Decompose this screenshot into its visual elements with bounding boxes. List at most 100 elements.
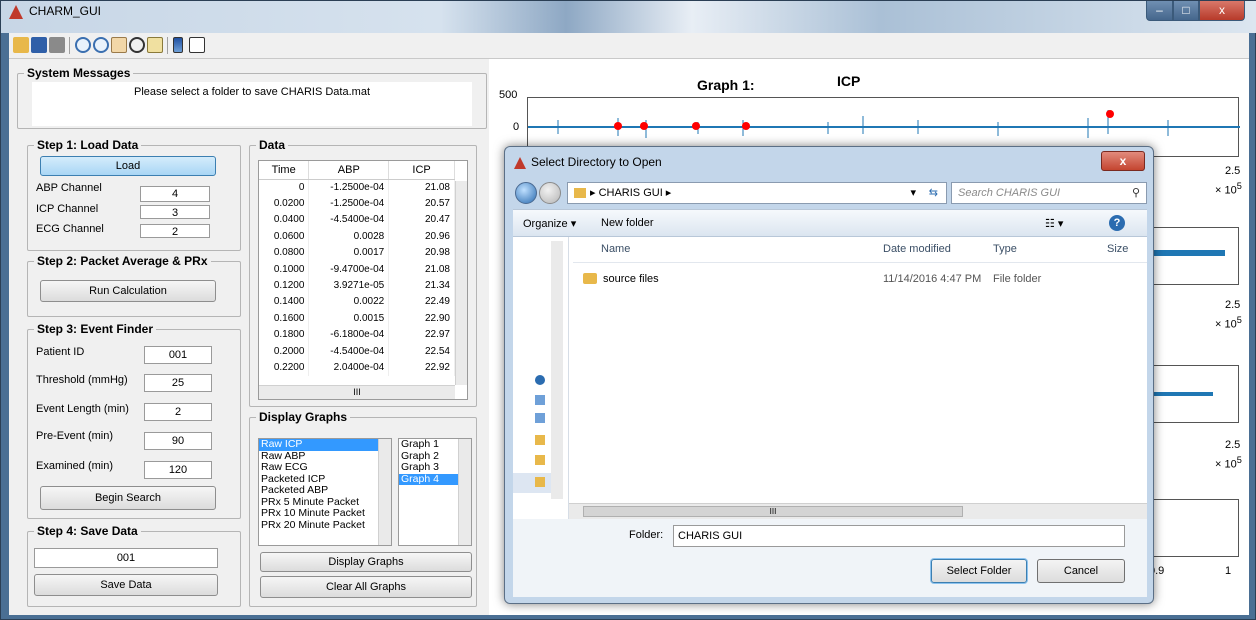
table-cell-abp[interactable]: -4.5400e-04 [308, 342, 390, 360]
table-cell-icp[interactable]: 22.97 [388, 326, 455, 343]
table-row[interactable]: 0.2000 -4.5400e-04 22.54 [259, 342, 455, 360]
icp-channel-input[interactable]: 3 [140, 205, 210, 219]
file-row[interactable]: source files 11/14/2016 4:47 PM File fol… [573, 269, 1147, 291]
view-options-icon[interactable]: ☷ ▾ [1045, 217, 1063, 230]
table-cell-abp[interactable]: -6.1800e-04 [308, 326, 390, 343]
table-cell-icp[interactable]: 20.47 [388, 211, 455, 229]
table-cell-abp[interactable]: 0.0028 [308, 228, 390, 245]
table-row[interactable]: 0.1600 0.0015 22.90 [259, 310, 455, 327]
table-row[interactable]: 0.0800 0.0017 20.98 [259, 244, 455, 261]
signal-list-scrollbar[interactable] [378, 439, 391, 545]
navigation-pane[interactable] [513, 237, 569, 519]
scrollbar-thumb[interactable]: III [583, 506, 963, 517]
minimize-button[interactable]: – [1146, 1, 1173, 21]
table-cell-icp[interactable]: 22.92 [388, 359, 455, 376]
pre-event-input[interactable]: 90 [144, 432, 212, 450]
table-cell-time[interactable]: 0.0800 [259, 244, 310, 261]
table-row[interactable]: 0.0400 -4.5400e-04 20.47 [259, 211, 455, 229]
computer-icon[interactable] [535, 395, 545, 405]
forward-arrow-icon[interactable] [539, 182, 561, 204]
examined-input[interactable]: 120 [144, 461, 212, 479]
folder-input[interactable]: CHARIS GUI [673, 525, 1125, 547]
table-cell-abp[interactable]: -1.2500e-04 [308, 195, 390, 212]
pan-icon[interactable] [111, 37, 127, 53]
table-cell-abp[interactable]: 0.0015 [308, 310, 390, 327]
load-button[interactable]: Load [40, 156, 216, 176]
signal-listbox[interactable]: Raw ICP Raw ABP Raw ECG Packeted ICP Packete… [258, 438, 392, 546]
back-arrow-icon[interactable] [515, 182, 537, 204]
column-date-modified[interactable]: Date modified [883, 243, 951, 255]
table-cell-abp[interactable]: 2.0400e-04 [308, 359, 390, 376]
table-cell-time[interactable]: 0.1000 [259, 260, 310, 278]
table-cell-time[interactable]: 0.0600 [259, 228, 310, 245]
table-cell-time[interactable]: 0.0200 [259, 195, 310, 212]
abp-channel-input[interactable]: 4 [140, 186, 210, 202]
table-row[interactable]: 0.2200 2.0400e-04 22.92 [259, 359, 455, 376]
selected-nav-item[interactable] [513, 473, 551, 493]
open-folder-icon[interactable] [13, 37, 29, 53]
table-row[interactable]: 0.1200 3.9271e-05 21.34 [259, 277, 455, 294]
column-name[interactable]: Name [601, 243, 630, 255]
table-cell-abp[interactable]: -9.4700e-04 [308, 260, 390, 278]
help-icon[interactable]: ? [1109, 215, 1125, 231]
begin-search-button[interactable]: Begin Search [40, 486, 216, 510]
address-path[interactable]: ▸ CHARIS GUI ▸ ▾ ⇆ [567, 182, 947, 204]
threshold-input[interactable]: 25 [144, 374, 212, 392]
refresh-icon[interactable]: ⇆ [929, 183, 938, 203]
table-row[interactable]: 0.1400 0.0022 22.49 [259, 293, 455, 311]
legend-icon[interactable] [189, 37, 205, 53]
table-cell-time[interactable]: 0.0400 [259, 211, 310, 229]
graph-list-scrollbar[interactable] [458, 439, 471, 545]
display-graphs-button[interactable]: Display Graphs [260, 552, 472, 572]
table-header-time[interactable]: Time [259, 161, 310, 180]
table-cell-time[interactable]: 0.2200 [259, 359, 310, 376]
signal-list-item[interactable]: PRx 20 Minute Packet [259, 519, 391, 532]
folder-icon[interactable] [535, 435, 545, 445]
cancel-button[interactable]: Cancel [1037, 559, 1125, 583]
event-length-input[interactable]: 2 [144, 403, 212, 421]
save-icon[interactable] [31, 37, 47, 53]
dialog-close-button[interactable]: x [1101, 151, 1145, 171]
table-cell-icp[interactable]: 21.34 [388, 277, 455, 294]
maximize-button[interactable]: □ [1173, 1, 1199, 21]
folder-icon[interactable] [535, 477, 545, 487]
table-row[interactable]: 0.1800 -6.1800e-04 22.97 [259, 326, 455, 343]
table-cell-time[interactable]: 0.2000 [259, 342, 310, 360]
select-folder-button[interactable]: Select Folder [931, 559, 1027, 583]
table-header-abp[interactable]: ABP [308, 161, 390, 180]
file-list-scrollbar[interactable]: III [569, 503, 1147, 519]
colorbar-icon[interactable] [173, 37, 183, 53]
table-cell-icp[interactable]: 21.08 [388, 179, 455, 196]
table-cell-time[interactable]: 0.1600 [259, 310, 310, 327]
table-cell-time[interactable]: 0 [259, 179, 310, 196]
table-row[interactable]: 0.1000 -9.4700e-04 21.08 [259, 260, 455, 278]
new-folder-button[interactable]: New folder [601, 217, 654, 229]
print-icon[interactable] [49, 37, 65, 53]
ecg-channel-input[interactable]: 2 [140, 224, 210, 238]
run-calculation-button[interactable]: Run Calculation [40, 280, 216, 302]
zoom-out-icon[interactable] [93, 37, 109, 53]
table-cell-time[interactable]: 0.1200 [259, 277, 310, 294]
signal-list-item[interactable]: Raw ECG [259, 461, 391, 474]
signal-list-item[interactable]: PRx 10 Minute Packet [259, 507, 391, 520]
table-cell-abp[interactable]: 0.0022 [308, 293, 390, 311]
table-row[interactable]: 0.0200 -1.2500e-04 20.57 [259, 195, 455, 212]
table-row[interactable]: 0.0600 0.0028 20.96 [259, 228, 455, 245]
table-cell-icp[interactable]: 20.98 [388, 244, 455, 261]
zoom-in-icon[interactable] [75, 37, 91, 53]
table-cell-icp[interactable]: 20.57 [388, 195, 455, 212]
search-input[interactable]: Search CHARIS GUI ⚲ [951, 182, 1147, 204]
save-data-button[interactable]: Save Data [34, 574, 218, 596]
folder-icon[interactable] [535, 455, 545, 465]
dropdown-arrow-icon[interactable]: ▾ [910, 183, 916, 203]
table-cell-abp[interactable]: -4.5400e-04 [308, 211, 390, 229]
patient-id-input[interactable]: 001 [144, 346, 212, 364]
organize-menu[interactable]: Organize ▾ [523, 217, 576, 230]
table-row[interactable]: 0 -1.2500e-04 21.08 [259, 179, 455, 196]
data-table[interactable]: Time ABP ICP 0 -1.2500e-04 21.08 0.0200 -1.2… [258, 160, 468, 400]
close-button[interactable]: x [1199, 1, 1245, 21]
table-cell-abp[interactable]: 0.0017 [308, 244, 390, 261]
table-cell-icp[interactable]: 20.96 [388, 228, 455, 245]
clear-all-graphs-button[interactable]: Clear All Graphs [260, 576, 472, 598]
signal-list-item[interactable]: Raw ICP [259, 439, 391, 451]
